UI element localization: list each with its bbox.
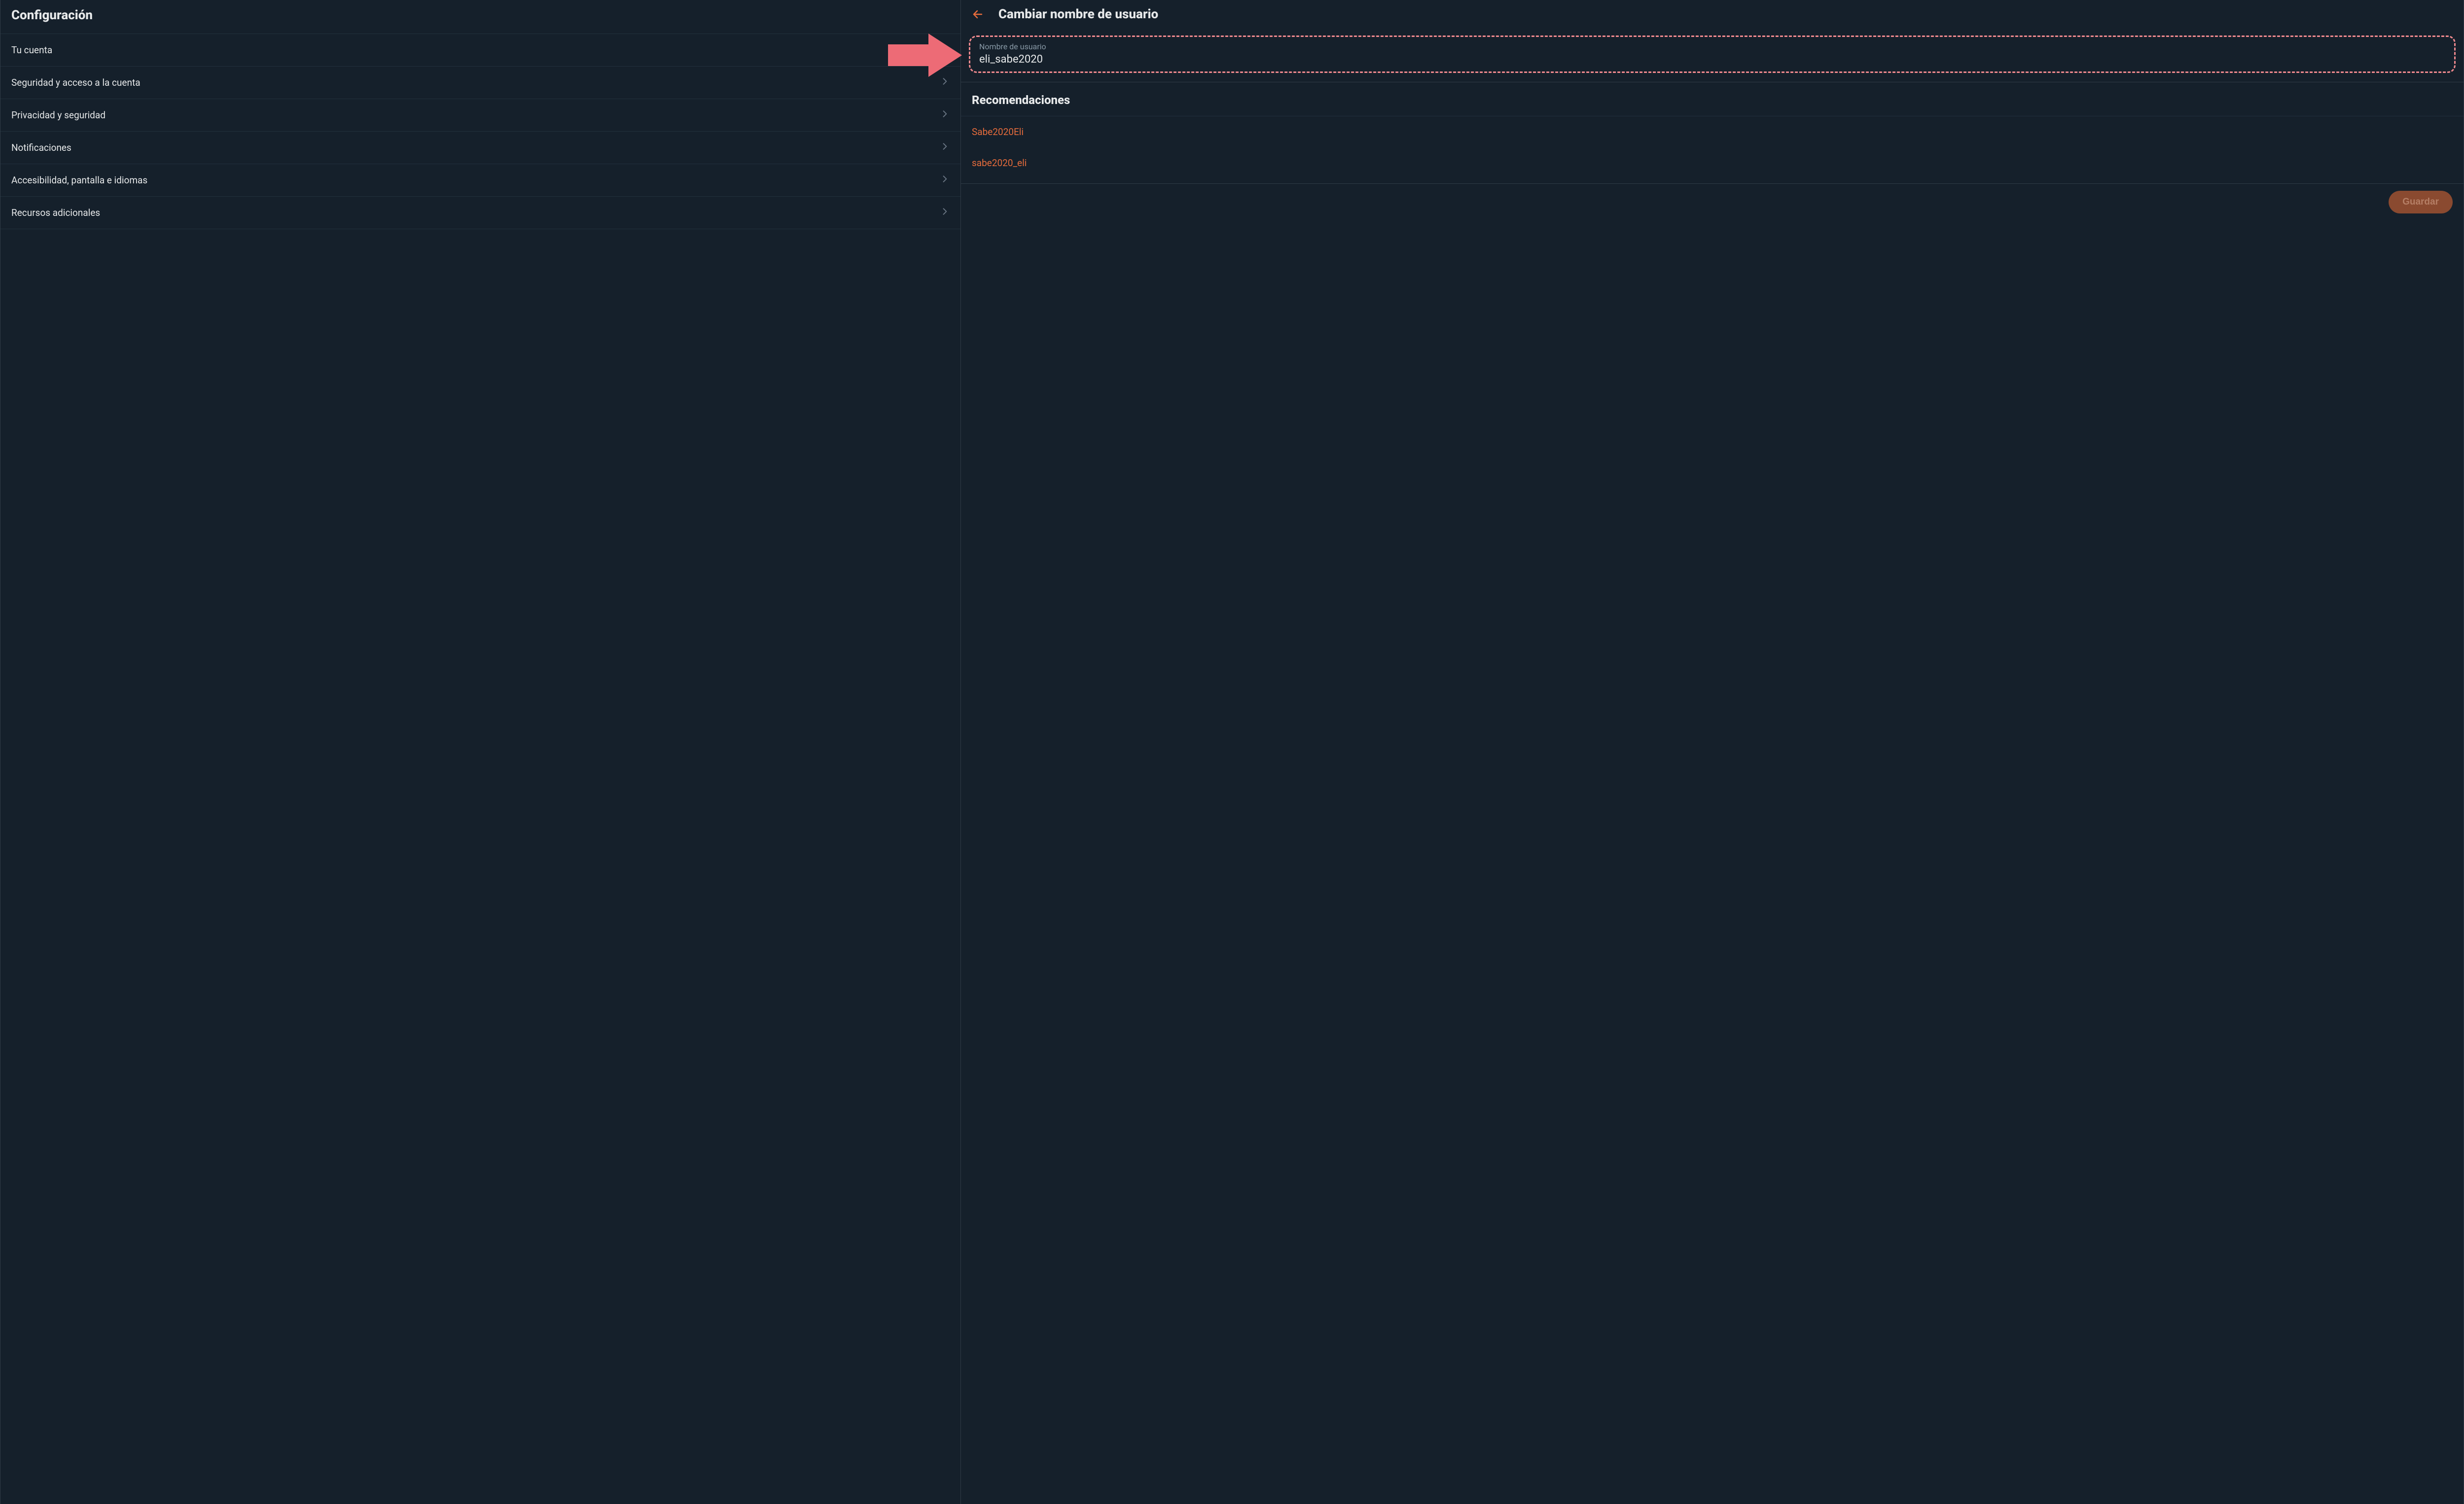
- sidebar-item-account[interactable]: Tu cuenta: [0, 34, 960, 66]
- main-title: Cambiar nombre de usuario: [998, 7, 1158, 22]
- back-button[interactable]: [971, 7, 985, 21]
- chevron-right-icon: [940, 174, 950, 186]
- arrow-left-icon: [972, 8, 984, 20]
- sidebar-item-label: Privacidad y seguridad: [11, 109, 105, 121]
- recommendations-title: Recomendaciones: [961, 82, 2464, 116]
- sidebar-item-accessibility[interactable]: Accesibilidad, pantalla e idiomas: [0, 164, 960, 196]
- username-input[interactable]: [979, 53, 2445, 66]
- username-input-zone: Nombre de usuario: [961, 31, 2464, 82]
- sidebar-item-additional-resources[interactable]: Recursos adicionales: [0, 196, 960, 229]
- main-panel: Cambiar nombre de usuario Nombre de usua…: [961, 0, 2464, 1504]
- sidebar-item-label: Accesibilidad, pantalla e idiomas: [11, 175, 147, 186]
- sidebar-title: Configuración: [0, 0, 960, 34]
- chevron-right-icon: [940, 44, 950, 56]
- main-header: Cambiar nombre de usuario: [961, 0, 2464, 31]
- recommendation-item[interactable]: sabe2020_eli: [961, 147, 2464, 178]
- save-row: Guardar: [961, 184, 2464, 220]
- sidebar-item-label: Notificaciones: [11, 142, 71, 153]
- chevron-right-icon: [940, 109, 950, 121]
- sidebar-item-security-access[interactable]: Seguridad y acceso a la cuenta: [0, 66, 960, 99]
- sidebar-item-label: Recursos adicionales: [11, 207, 100, 218]
- chevron-right-icon: [940, 76, 950, 89]
- settings-sidebar: Configuración Tu cuenta Seguridad y acce…: [0, 0, 961, 1504]
- recommendations-list: Sabe2020Eli sabe2020_eli: [961, 116, 2464, 184]
- sidebar-item-label: Tu cuenta: [11, 44, 52, 56]
- username-field-label: Nombre de usuario: [979, 42, 2445, 51]
- app-root: Configuración Tu cuenta Seguridad y acce…: [0, 0, 2464, 1504]
- chevron-right-icon: [940, 141, 950, 154]
- sidebar-item-notifications[interactable]: Notificaciones: [0, 131, 960, 164]
- chevron-right-icon: [940, 207, 950, 219]
- recommendation-item[interactable]: Sabe2020Eli: [961, 116, 2464, 147]
- sidebar-item-label: Seguridad y acceso a la cuenta: [11, 77, 140, 88]
- save-button[interactable]: Guardar: [2389, 191, 2453, 213]
- username-field-highlight: Nombre de usuario: [969, 35, 2456, 73]
- sidebar-item-privacy[interactable]: Privacidad y seguridad: [0, 99, 960, 131]
